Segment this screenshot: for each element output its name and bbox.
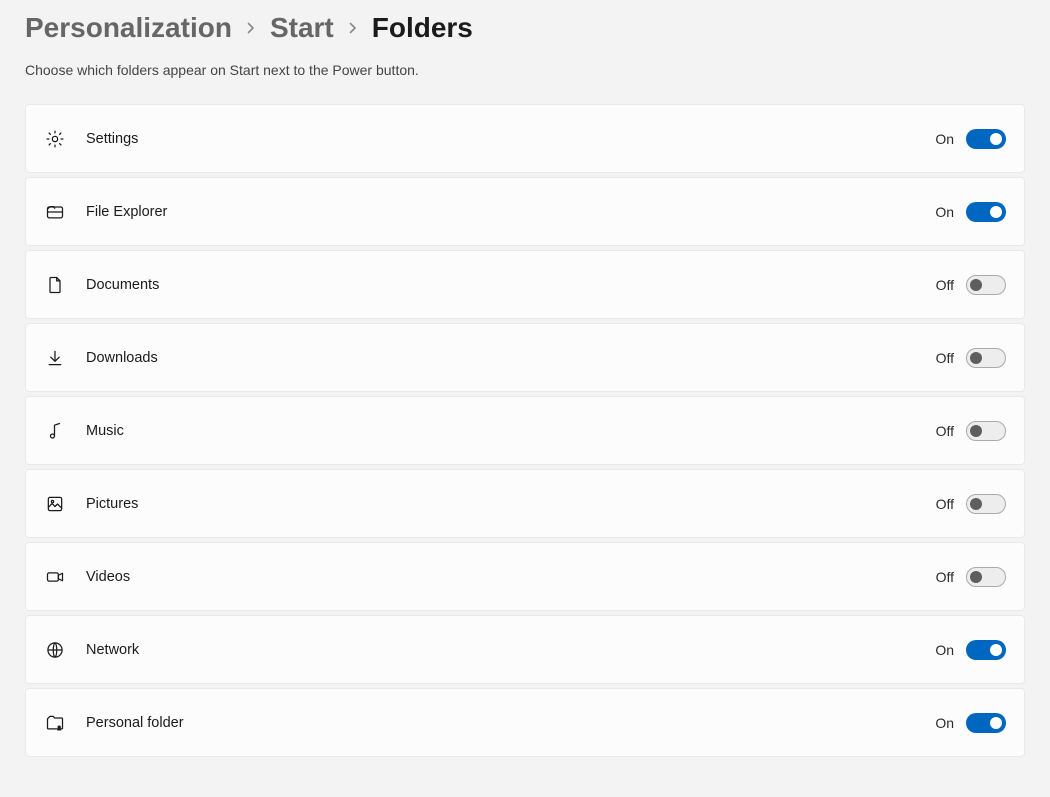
- row-personal-folder-label: Personal folder: [86, 715, 935, 731]
- row-videos-state: Off: [936, 569, 954, 585]
- row-network: Network On: [25, 615, 1025, 684]
- row-file-explorer-label: File Explorer: [86, 204, 935, 220]
- row-videos: Videos Off: [25, 542, 1025, 611]
- row-documents-state: Off: [936, 277, 954, 293]
- row-downloads-label: Downloads: [86, 350, 936, 366]
- row-personal-folder: Personal folder On: [25, 688, 1025, 757]
- toggle-music[interactable]: [966, 421, 1006, 441]
- row-file-explorer: File Explorer On: [25, 177, 1025, 246]
- row-pictures-state: Off: [936, 496, 954, 512]
- toggle-settings[interactable]: [966, 129, 1006, 149]
- row-music-label: Music: [86, 423, 936, 439]
- breadcrumb-personalization[interactable]: Personalization: [25, 12, 232, 44]
- page-subtitle: Choose which folders appear on Start nex…: [25, 62, 1025, 78]
- row-pictures: Pictures Off: [25, 469, 1025, 538]
- row-pictures-label: Pictures: [86, 496, 936, 512]
- breadcrumb-start[interactable]: Start: [270, 12, 334, 44]
- breadcrumb: Personalization Start Folders: [25, 12, 1025, 44]
- row-settings-state: On: [935, 131, 954, 147]
- pictures-icon: [44, 493, 66, 515]
- breadcrumb-current: Folders: [372, 12, 473, 44]
- personal-folder-icon: [44, 712, 66, 734]
- toggle-file-explorer[interactable]: [966, 202, 1006, 222]
- row-personal-folder-state: On: [935, 715, 954, 731]
- music-icon: [44, 420, 66, 442]
- document-icon: [44, 274, 66, 296]
- row-music: Music Off: [25, 396, 1025, 465]
- video-icon: [44, 566, 66, 588]
- folders-list: Settings On File Explorer On: [25, 104, 1025, 757]
- toggle-documents[interactable]: [966, 275, 1006, 295]
- toggle-network[interactable]: [966, 640, 1006, 660]
- toggle-videos[interactable]: [966, 567, 1006, 587]
- row-documents-label: Documents: [86, 277, 936, 293]
- folders-settings-page: Personalization Start Folders Choose whi…: [0, 0, 1050, 782]
- toggle-pictures[interactable]: [966, 494, 1006, 514]
- row-network-state: On: [935, 642, 954, 658]
- gear-icon: [44, 128, 66, 150]
- toggle-downloads[interactable]: [966, 348, 1006, 368]
- row-network-label: Network: [86, 642, 935, 658]
- chevron-right-icon: [244, 21, 258, 35]
- row-settings-label: Settings: [86, 131, 935, 147]
- file-explorer-icon: [44, 201, 66, 223]
- row-downloads-state: Off: [936, 350, 954, 366]
- row-documents: Documents Off: [25, 250, 1025, 319]
- row-downloads: Downloads Off: [25, 323, 1025, 392]
- network-icon: [44, 639, 66, 661]
- chevron-right-icon: [346, 21, 360, 35]
- row-videos-label: Videos: [86, 569, 936, 585]
- row-file-explorer-state: On: [935, 204, 954, 220]
- toggle-personal-folder[interactable]: [966, 713, 1006, 733]
- row-music-state: Off: [936, 423, 954, 439]
- row-settings: Settings On: [25, 104, 1025, 173]
- download-icon: [44, 347, 66, 369]
